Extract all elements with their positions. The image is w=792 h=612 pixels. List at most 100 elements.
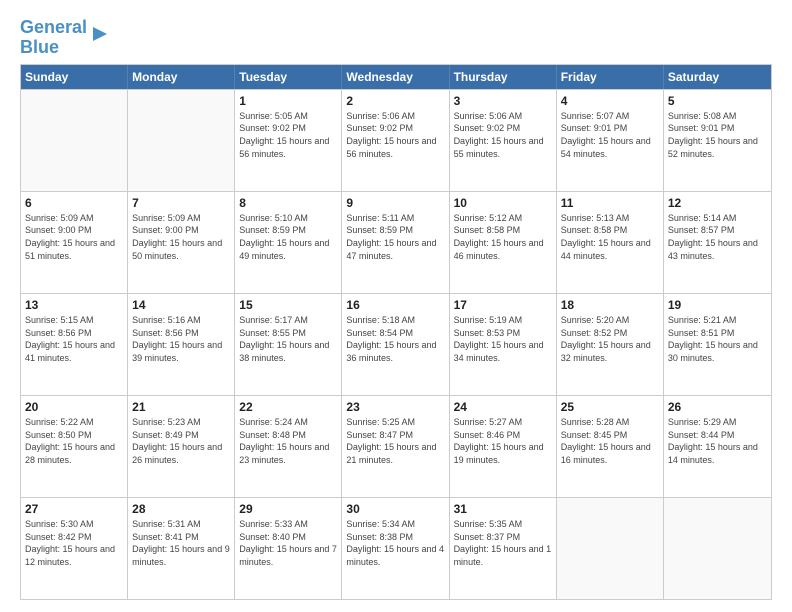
day-info: Sunrise: 5:31 AM Sunset: 8:41 PM Dayligh… [132, 518, 230, 568]
day-number: 20 [25, 399, 123, 415]
day-info: Sunrise: 5:10 AM Sunset: 8:59 PM Dayligh… [239, 212, 337, 262]
day-number: 19 [668, 297, 767, 313]
day-number: 27 [25, 501, 123, 517]
day-info: Sunrise: 5:22 AM Sunset: 8:50 PM Dayligh… [25, 416, 123, 466]
weekday-header-thursday: Thursday [450, 65, 557, 89]
day-number: 8 [239, 195, 337, 211]
calendar-cell: 15Sunrise: 5:17 AM Sunset: 8:55 PM Dayli… [235, 294, 342, 395]
weekday-header-friday: Friday [557, 65, 664, 89]
day-number: 9 [346, 195, 444, 211]
calendar-cell: 8Sunrise: 5:10 AM Sunset: 8:59 PM Daylig… [235, 192, 342, 293]
day-number: 4 [561, 93, 659, 109]
calendar-cell: 2Sunrise: 5:06 AM Sunset: 9:02 PM Daylig… [342, 90, 449, 191]
day-number: 13 [25, 297, 123, 313]
day-number: 30 [346, 501, 444, 517]
day-number: 31 [454, 501, 552, 517]
calendar-cell: 4Sunrise: 5:07 AM Sunset: 9:01 PM Daylig… [557, 90, 664, 191]
day-info: Sunrise: 5:09 AM Sunset: 9:00 PM Dayligh… [25, 212, 123, 262]
day-info: Sunrise: 5:05 AM Sunset: 9:02 PM Dayligh… [239, 110, 337, 160]
calendar-cell: 27Sunrise: 5:30 AM Sunset: 8:42 PM Dayli… [21, 498, 128, 599]
calendar-cell: 23Sunrise: 5:25 AM Sunset: 8:47 PM Dayli… [342, 396, 449, 497]
day-number: 5 [668, 93, 767, 109]
calendar-cell: 25Sunrise: 5:28 AM Sunset: 8:45 PM Dayli… [557, 396, 664, 497]
calendar-cell: 5Sunrise: 5:08 AM Sunset: 9:01 PM Daylig… [664, 90, 771, 191]
day-info: Sunrise: 5:23 AM Sunset: 8:49 PM Dayligh… [132, 416, 230, 466]
calendar-cell: 28Sunrise: 5:31 AM Sunset: 8:41 PM Dayli… [128, 498, 235, 599]
calendar-cell [664, 498, 771, 599]
day-number: 22 [239, 399, 337, 415]
logo: General Blue [20, 18, 111, 58]
day-info: Sunrise: 5:28 AM Sunset: 8:45 PM Dayligh… [561, 416, 659, 466]
calendar-cell: 19Sunrise: 5:21 AM Sunset: 8:51 PM Dayli… [664, 294, 771, 395]
calendar-header: SundayMondayTuesdayWednesdayThursdayFrid… [21, 65, 771, 89]
calendar-cell: 14Sunrise: 5:16 AM Sunset: 8:56 PM Dayli… [128, 294, 235, 395]
day-info: Sunrise: 5:30 AM Sunset: 8:42 PM Dayligh… [25, 518, 123, 568]
calendar-row-3: 13Sunrise: 5:15 AM Sunset: 8:56 PM Dayli… [21, 293, 771, 395]
calendar-cell: 3Sunrise: 5:06 AM Sunset: 9:02 PM Daylig… [450, 90, 557, 191]
calendar-cell: 21Sunrise: 5:23 AM Sunset: 8:49 PM Dayli… [128, 396, 235, 497]
calendar: SundayMondayTuesdayWednesdayThursdayFrid… [20, 64, 772, 600]
logo-text: General Blue [20, 18, 87, 58]
logo-blue: Blue [20, 37, 59, 57]
day-number: 23 [346, 399, 444, 415]
calendar-cell: 7Sunrise: 5:09 AM Sunset: 9:00 PM Daylig… [128, 192, 235, 293]
day-number: 28 [132, 501, 230, 517]
weekday-header-sunday: Sunday [21, 65, 128, 89]
day-number: 24 [454, 399, 552, 415]
day-info: Sunrise: 5:17 AM Sunset: 8:55 PM Dayligh… [239, 314, 337, 364]
header: General Blue [20, 18, 772, 58]
day-number: 14 [132, 297, 230, 313]
day-number: 17 [454, 297, 552, 313]
day-number: 6 [25, 195, 123, 211]
weekday-header-saturday: Saturday [664, 65, 771, 89]
day-number: 21 [132, 399, 230, 415]
day-number: 12 [668, 195, 767, 211]
day-info: Sunrise: 5:19 AM Sunset: 8:53 PM Dayligh… [454, 314, 552, 364]
calendar-cell: 10Sunrise: 5:12 AM Sunset: 8:58 PM Dayli… [450, 192, 557, 293]
day-info: Sunrise: 5:13 AM Sunset: 8:58 PM Dayligh… [561, 212, 659, 262]
day-info: Sunrise: 5:29 AM Sunset: 8:44 PM Dayligh… [668, 416, 767, 466]
calendar-row-2: 6Sunrise: 5:09 AM Sunset: 9:00 PM Daylig… [21, 191, 771, 293]
day-number: 11 [561, 195, 659, 211]
calendar-cell: 26Sunrise: 5:29 AM Sunset: 8:44 PM Dayli… [664, 396, 771, 497]
calendar-row-1: 1Sunrise: 5:05 AM Sunset: 9:02 PM Daylig… [21, 89, 771, 191]
day-info: Sunrise: 5:06 AM Sunset: 9:02 PM Dayligh… [454, 110, 552, 160]
calendar-body: 1Sunrise: 5:05 AM Sunset: 9:02 PM Daylig… [21, 89, 771, 599]
day-number: 15 [239, 297, 337, 313]
day-number: 25 [561, 399, 659, 415]
day-info: Sunrise: 5:27 AM Sunset: 8:46 PM Dayligh… [454, 416, 552, 466]
calendar-cell: 6Sunrise: 5:09 AM Sunset: 9:00 PM Daylig… [21, 192, 128, 293]
day-info: Sunrise: 5:07 AM Sunset: 9:01 PM Dayligh… [561, 110, 659, 160]
day-info: Sunrise: 5:16 AM Sunset: 8:56 PM Dayligh… [132, 314, 230, 364]
day-number: 7 [132, 195, 230, 211]
calendar-cell: 9Sunrise: 5:11 AM Sunset: 8:59 PM Daylig… [342, 192, 449, 293]
calendar-cell: 16Sunrise: 5:18 AM Sunset: 8:54 PM Dayli… [342, 294, 449, 395]
calendar-cell [128, 90, 235, 191]
day-info: Sunrise: 5:06 AM Sunset: 9:02 PM Dayligh… [346, 110, 444, 160]
calendar-cell [21, 90, 128, 191]
day-info: Sunrise: 5:24 AM Sunset: 8:48 PM Dayligh… [239, 416, 337, 466]
calendar-row-5: 27Sunrise: 5:30 AM Sunset: 8:42 PM Dayli… [21, 497, 771, 599]
day-info: Sunrise: 5:35 AM Sunset: 8:37 PM Dayligh… [454, 518, 552, 568]
calendar-cell: 1Sunrise: 5:05 AM Sunset: 9:02 PM Daylig… [235, 90, 342, 191]
day-info: Sunrise: 5:14 AM Sunset: 8:57 PM Dayligh… [668, 212, 767, 262]
calendar-cell: 11Sunrise: 5:13 AM Sunset: 8:58 PM Dayli… [557, 192, 664, 293]
day-number: 2 [346, 93, 444, 109]
logo-arrow-icon [89, 23, 111, 45]
calendar-cell: 29Sunrise: 5:33 AM Sunset: 8:40 PM Dayli… [235, 498, 342, 599]
day-info: Sunrise: 5:11 AM Sunset: 8:59 PM Dayligh… [346, 212, 444, 262]
day-info: Sunrise: 5:09 AM Sunset: 9:00 PM Dayligh… [132, 212, 230, 262]
day-number: 29 [239, 501, 337, 517]
day-info: Sunrise: 5:15 AM Sunset: 8:56 PM Dayligh… [25, 314, 123, 364]
day-info: Sunrise: 5:21 AM Sunset: 8:51 PM Dayligh… [668, 314, 767, 364]
calendar-cell: 17Sunrise: 5:19 AM Sunset: 8:53 PM Dayli… [450, 294, 557, 395]
calendar-cell [557, 498, 664, 599]
day-info: Sunrise: 5:34 AM Sunset: 8:38 PM Dayligh… [346, 518, 444, 568]
day-info: Sunrise: 5:20 AM Sunset: 8:52 PM Dayligh… [561, 314, 659, 364]
calendar-cell: 24Sunrise: 5:27 AM Sunset: 8:46 PM Dayli… [450, 396, 557, 497]
calendar-cell: 31Sunrise: 5:35 AM Sunset: 8:37 PM Dayli… [450, 498, 557, 599]
calendar-row-4: 20Sunrise: 5:22 AM Sunset: 8:50 PM Dayli… [21, 395, 771, 497]
weekday-header-tuesday: Tuesday [235, 65, 342, 89]
day-number: 3 [454, 93, 552, 109]
logo-general: General [20, 17, 87, 37]
